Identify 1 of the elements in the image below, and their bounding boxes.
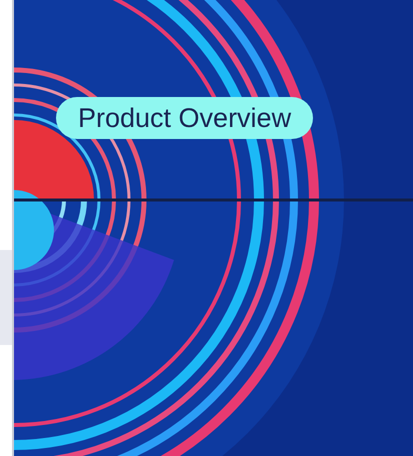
banner-label: Product Overview	[56, 97, 314, 139]
